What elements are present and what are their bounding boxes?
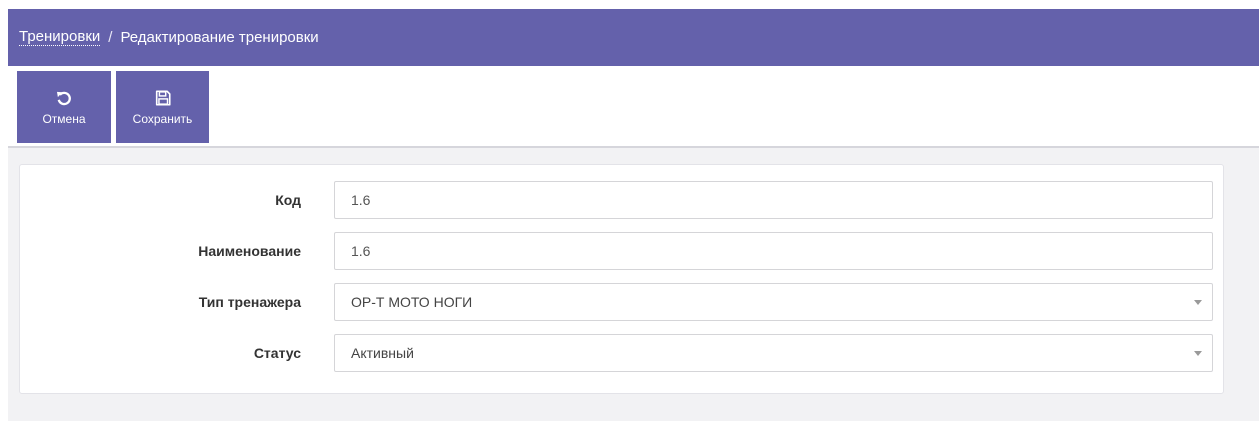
breadcrumb: Тренировки / Редактирование тренировки xyxy=(19,29,319,46)
floppy-disk-icon xyxy=(155,89,171,106)
code-label: Код xyxy=(275,192,301,208)
trainer-type-select-value: ОР-Т МОТО НОГИ xyxy=(351,294,473,310)
trainer-type-label: Тип тренажера xyxy=(198,294,301,310)
code-input[interactable] xyxy=(334,181,1213,219)
form-card: Код Наименование Тип тренажера ОР-Т МОТО… xyxy=(19,164,1224,394)
breadcrumb-current: Редактирование тренировки xyxy=(120,29,319,46)
chevron-down-icon xyxy=(1194,350,1202,356)
status-label: Статус xyxy=(253,345,301,361)
trainer-type-select[interactable]: ОР-Т МОТО НОГИ xyxy=(334,283,1213,321)
save-button[interactable]: Сохранить xyxy=(116,71,209,143)
name-input[interactable] xyxy=(334,232,1213,270)
undo-icon xyxy=(56,91,71,105)
cancel-button[interactable]: Отмена xyxy=(17,71,111,143)
chevron-down-icon xyxy=(1194,299,1202,305)
breadcrumb-link-trainings[interactable]: Тренировки xyxy=(19,29,101,46)
page: Тренировки / Редактирование тренировки О… xyxy=(0,0,1259,421)
status-select-value: Активный xyxy=(351,345,414,361)
breadcrumb-separator: / xyxy=(108,29,113,46)
save-button-label: Сохранить xyxy=(132,111,193,126)
cancel-button-label: Отмена xyxy=(42,111,86,126)
header-bar: Тренировки / Редактирование тренировки xyxy=(8,9,1259,66)
content-area: Код Наименование Тип тренажера ОР-Т МОТО… xyxy=(8,146,1259,421)
status-select[interactable]: Активный xyxy=(334,334,1213,372)
toolbar: Отмена Сохранить xyxy=(8,66,1259,146)
name-label: Наименование xyxy=(198,243,301,259)
